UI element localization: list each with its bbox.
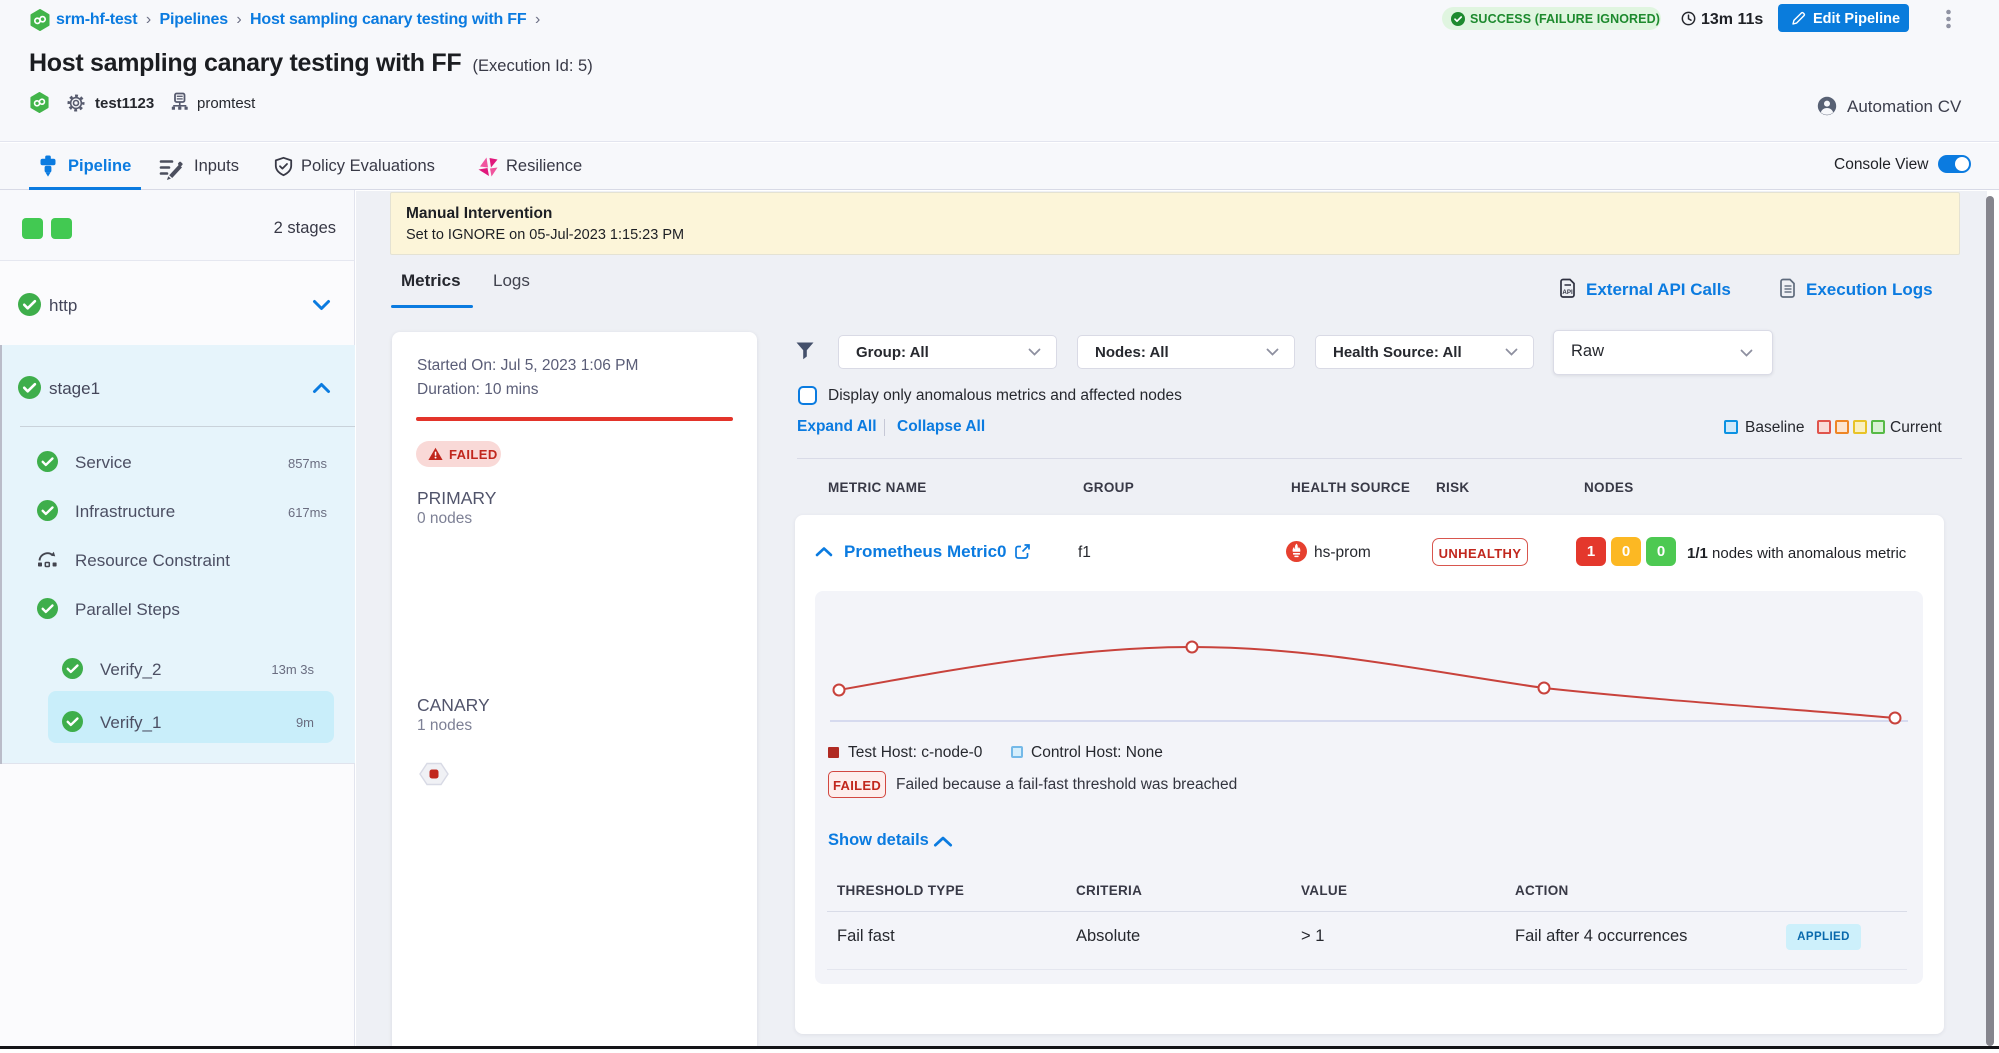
svg-text:API: API: [1562, 289, 1573, 296]
